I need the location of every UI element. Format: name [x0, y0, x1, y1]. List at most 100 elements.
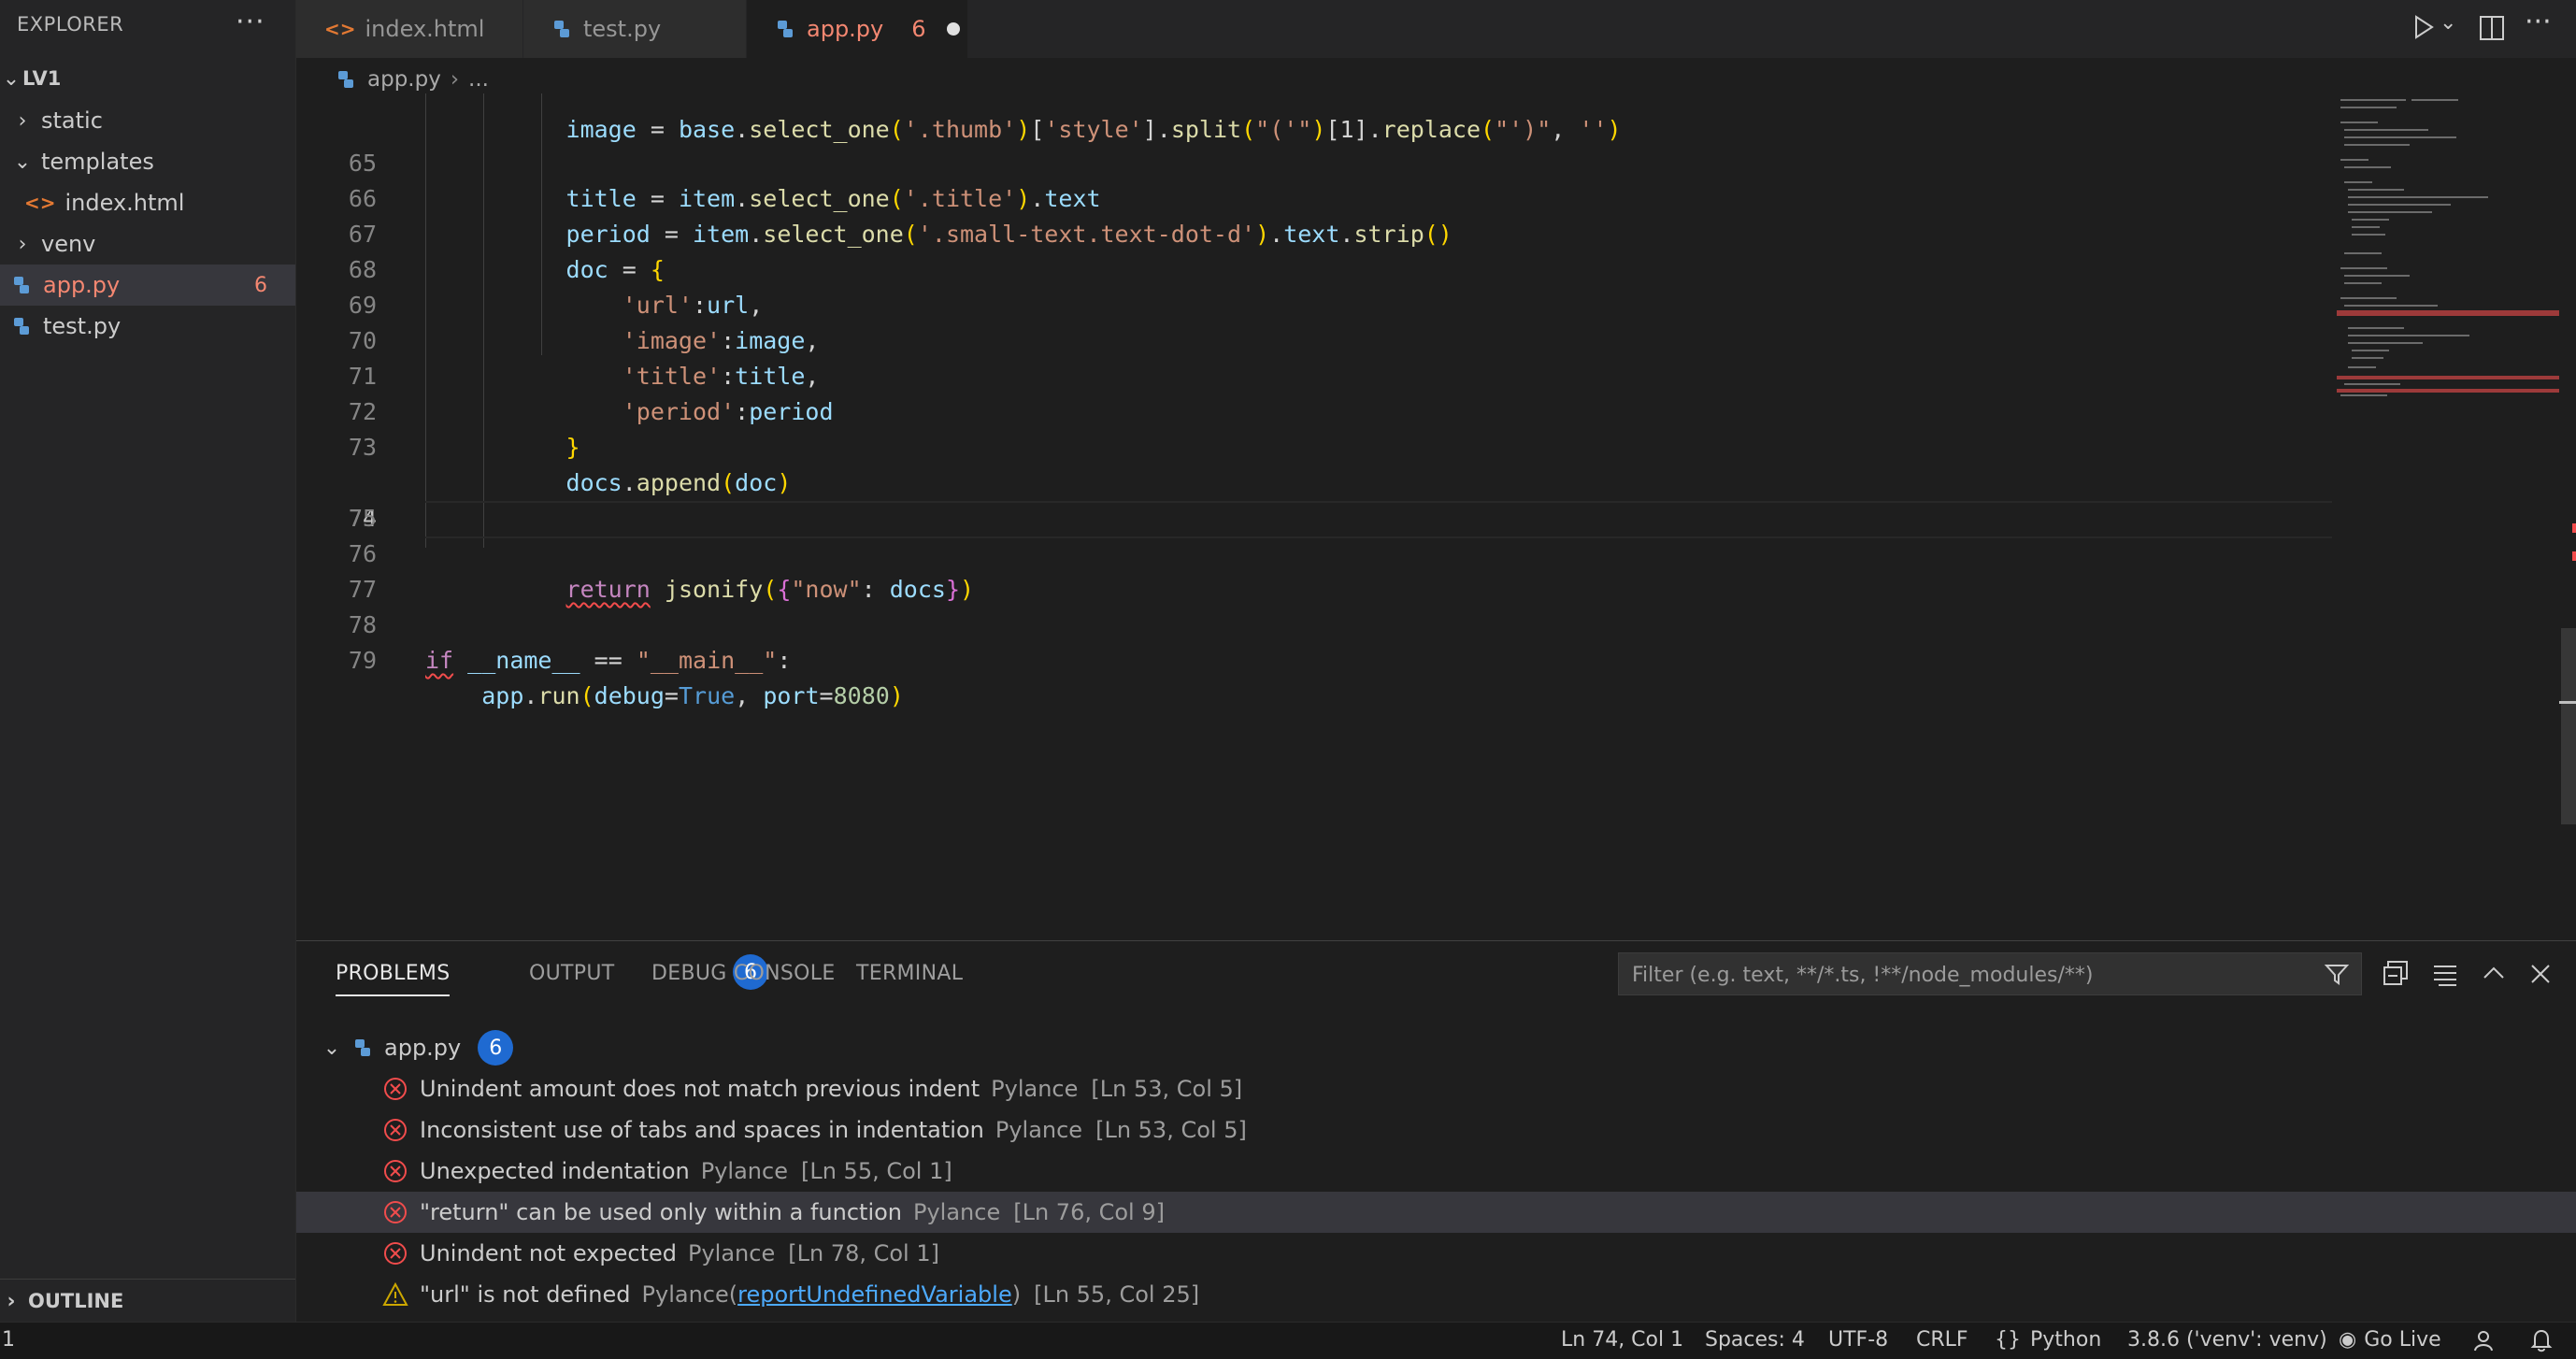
rule-link[interactable]: reportUndefinedVariable — [737, 1281, 1012, 1308]
error-icon — [384, 1160, 407, 1182]
python-interpreter[interactable]: 3.8.6 ('venv': venv) — [2127, 1328, 2327, 1352]
tree-item-static[interactable]: › static — [0, 100, 295, 141]
collapse-all-icon[interactable] — [2381, 958, 2412, 990]
problem-position: [Ln 53, Col 5] — [1091, 1076, 1243, 1102]
code-line: 65 title = item.select_one('.title').tex… — [348, 150, 1101, 212]
filter-input[interactable] — [1619, 953, 2288, 996]
tab-problems[interactable]: PROBLEMS — [336, 962, 451, 996]
tree-item-templates[interactable]: ⌄ templates — [0, 141, 295, 182]
problem-message: Inconsistent use of tabs and spaces in i… — [420, 1117, 984, 1143]
problem-item[interactable]: Unexpected indentation Pylance [Ln 55, C… — [296, 1151, 2576, 1192]
tab-debug-console[interactable]: DEBUG CONSOLE — [651, 962, 836, 985]
problems-group-app-py[interactable]: ⌄ app.py 6 — [296, 1027, 2576, 1068]
problem-source: Pylance — [995, 1117, 1083, 1143]
error-icon — [384, 1119, 407, 1141]
error-icon — [384, 1201, 407, 1223]
error-icon — [384, 1242, 407, 1265]
code-line: 75 — [348, 505, 377, 532]
breadcrumb-rest[interactable]: ... — [468, 67, 489, 92]
code-editor[interactable]: image = base.select_one('.thumb')['style… — [296, 93, 2576, 940]
bell-icon[interactable] — [2529, 1327, 2554, 1353]
tree-item-label: static — [41, 107, 103, 134]
problem-source-name: Pylance — [641, 1281, 729, 1308]
problem-position: [Ln 76, Col 9] — [1013, 1199, 1165, 1225]
unsaved-dot-icon[interactable] — [946, 22, 960, 36]
html-file-icon: <> — [324, 18, 356, 40]
status-left[interactable]: 1 — [2, 1328, 15, 1352]
tab-test-py[interactable]: test.py — [523, 0, 747, 58]
accounts-icon[interactable] — [2473, 1328, 2497, 1352]
encoding[interactable]: UTF-8 — [1828, 1328, 1888, 1352]
tree-item-index-html[interactable]: <> index.html — [0, 182, 295, 223]
tree-item-label: index.html — [64, 190, 185, 216]
line-ending[interactable]: CRLF — [1916, 1328, 1968, 1352]
explorer-header: EXPLORER — [17, 13, 124, 36]
folder-root-label: LV1 — [22, 67, 62, 90]
breadcrumb-file[interactable]: app.py — [367, 67, 441, 92]
editor-scrollbar[interactable] — [2559, 93, 2576, 935]
status-bar: 1 Ln 74, Col 1 Spaces: 4 UTF-8 CRLF {} Py… — [0, 1322, 2576, 1359]
python-file-icon — [355, 1039, 370, 1056]
code-line: 76 return jsonify({"now": docs}) — [348, 540, 975, 603]
maximize-panel-icon[interactable] — [2478, 958, 2510, 990]
tab-index-html[interactable]: <> index.html — [296, 0, 523, 58]
warning-icon — [382, 1281, 408, 1306]
indentation[interactable]: Spaces: 4 — [1705, 1328, 1805, 1352]
tree-item-app-py[interactable]: app.py 6 — [0, 265, 295, 306]
braces-icon: {} — [1995, 1328, 2021, 1352]
problem-message: Unindent amount does not match previous … — [420, 1076, 980, 1102]
code-line: image = base.select_one('.thumb')['style… — [565, 116, 1622, 143]
python-file-icon — [778, 21, 793, 37]
chevron-right-icon: › — [7, 1289, 16, 1313]
code-line: 67 doc = { — [348, 221, 665, 283]
problem-item[interactable]: Unindent not expected Pylance [Ln 78, Co… — [296, 1233, 2576, 1274]
tab-label: test.py — [583, 16, 662, 42]
problem-source: Pylance — [913, 1199, 1001, 1225]
tab-app-py[interactable]: app.py 6 — [747, 0, 968, 58]
code-line: 79 app.run(debug=True, port=8080) — [348, 647, 904, 709]
tab-output[interactable]: OUTPUT — [529, 962, 614, 985]
tab-terminal[interactable]: TERMINAL — [856, 962, 963, 985]
tab-label: app.py — [807, 16, 884, 42]
problem-item-selected[interactable]: "return" can be used only within a funct… — [296, 1192, 2576, 1233]
tree-item-venv[interactable]: › venv — [0, 223, 295, 265]
problem-item[interactable]: Inconsistent use of tabs and spaces in i… — [296, 1109, 2576, 1151]
code-line: 71 'period':period — [348, 363, 834, 425]
code-line: 69 'image':image, — [348, 292, 820, 354]
chevron-right-icon: › — [18, 232, 27, 256]
problem-source: Pylance(reportUndefinedVariable) — [641, 1281, 1022, 1308]
problem-source: Pylance — [688, 1240, 776, 1266]
outline-section[interactable]: › OUTLINE — [0, 1279, 295, 1323]
filter-icon[interactable] — [2324, 961, 2350, 987]
group-count-badge: 6 — [478, 1030, 514, 1066]
chevron-down-icon: ⌄ — [13, 150, 32, 174]
tab-error-count: 6 — [911, 16, 926, 42]
chevron-right-icon: › — [18, 108, 27, 133]
minimap[interactable] — [2337, 93, 2561, 402]
split-editor-icon[interactable] — [2478, 14, 2506, 42]
tree-item-label: test.py — [43, 313, 122, 339]
code-line: 66 period = item.select_one('.small-text… — [348, 185, 1453, 248]
tab-problems-label: PROBLEMS — [336, 962, 451, 985]
problem-item[interactable]: "url" is not defined Pylance(reportUndef… — [296, 1274, 2576, 1315]
tree-item-label: app.py — [43, 272, 121, 298]
folder-root[interactable]: ⌄ LV1 — [0, 58, 295, 99]
tree-item-test-py[interactable]: test.py — [0, 306, 295, 347]
ellipsis-icon[interactable]: ··· — [236, 6, 265, 38]
python-file-icon — [554, 21, 569, 37]
go-live-button[interactable]: ◉ Go Live — [2339, 1328, 2441, 1352]
chevron-down-icon[interactable]: ⌄ — [2440, 11, 2456, 35]
view-as-list-icon[interactable] — [2429, 958, 2461, 990]
tree-item-label: venv — [41, 231, 96, 257]
language-mode[interactable]: {} Python — [1995, 1328, 2101, 1352]
python-file-icon — [338, 71, 353, 88]
outline-label: OUTLINE — [28, 1290, 124, 1312]
close-icon[interactable] — [2525, 958, 2556, 990]
problems-filter[interactable] — [1618, 952, 2362, 996]
cursor-position[interactable]: Ln 74, Col 1 — [1561, 1328, 1683, 1352]
problem-source: Pylance — [700, 1158, 788, 1184]
problem-position: [Ln 55, Col 1] — [800, 1158, 952, 1184]
problem-item[interactable]: Unindent amount does not match previous … — [296, 1068, 2576, 1109]
run-icon[interactable] — [2411, 13, 2436, 41]
ellipsis-icon[interactable]: ··· — [2525, 6, 2552, 38]
